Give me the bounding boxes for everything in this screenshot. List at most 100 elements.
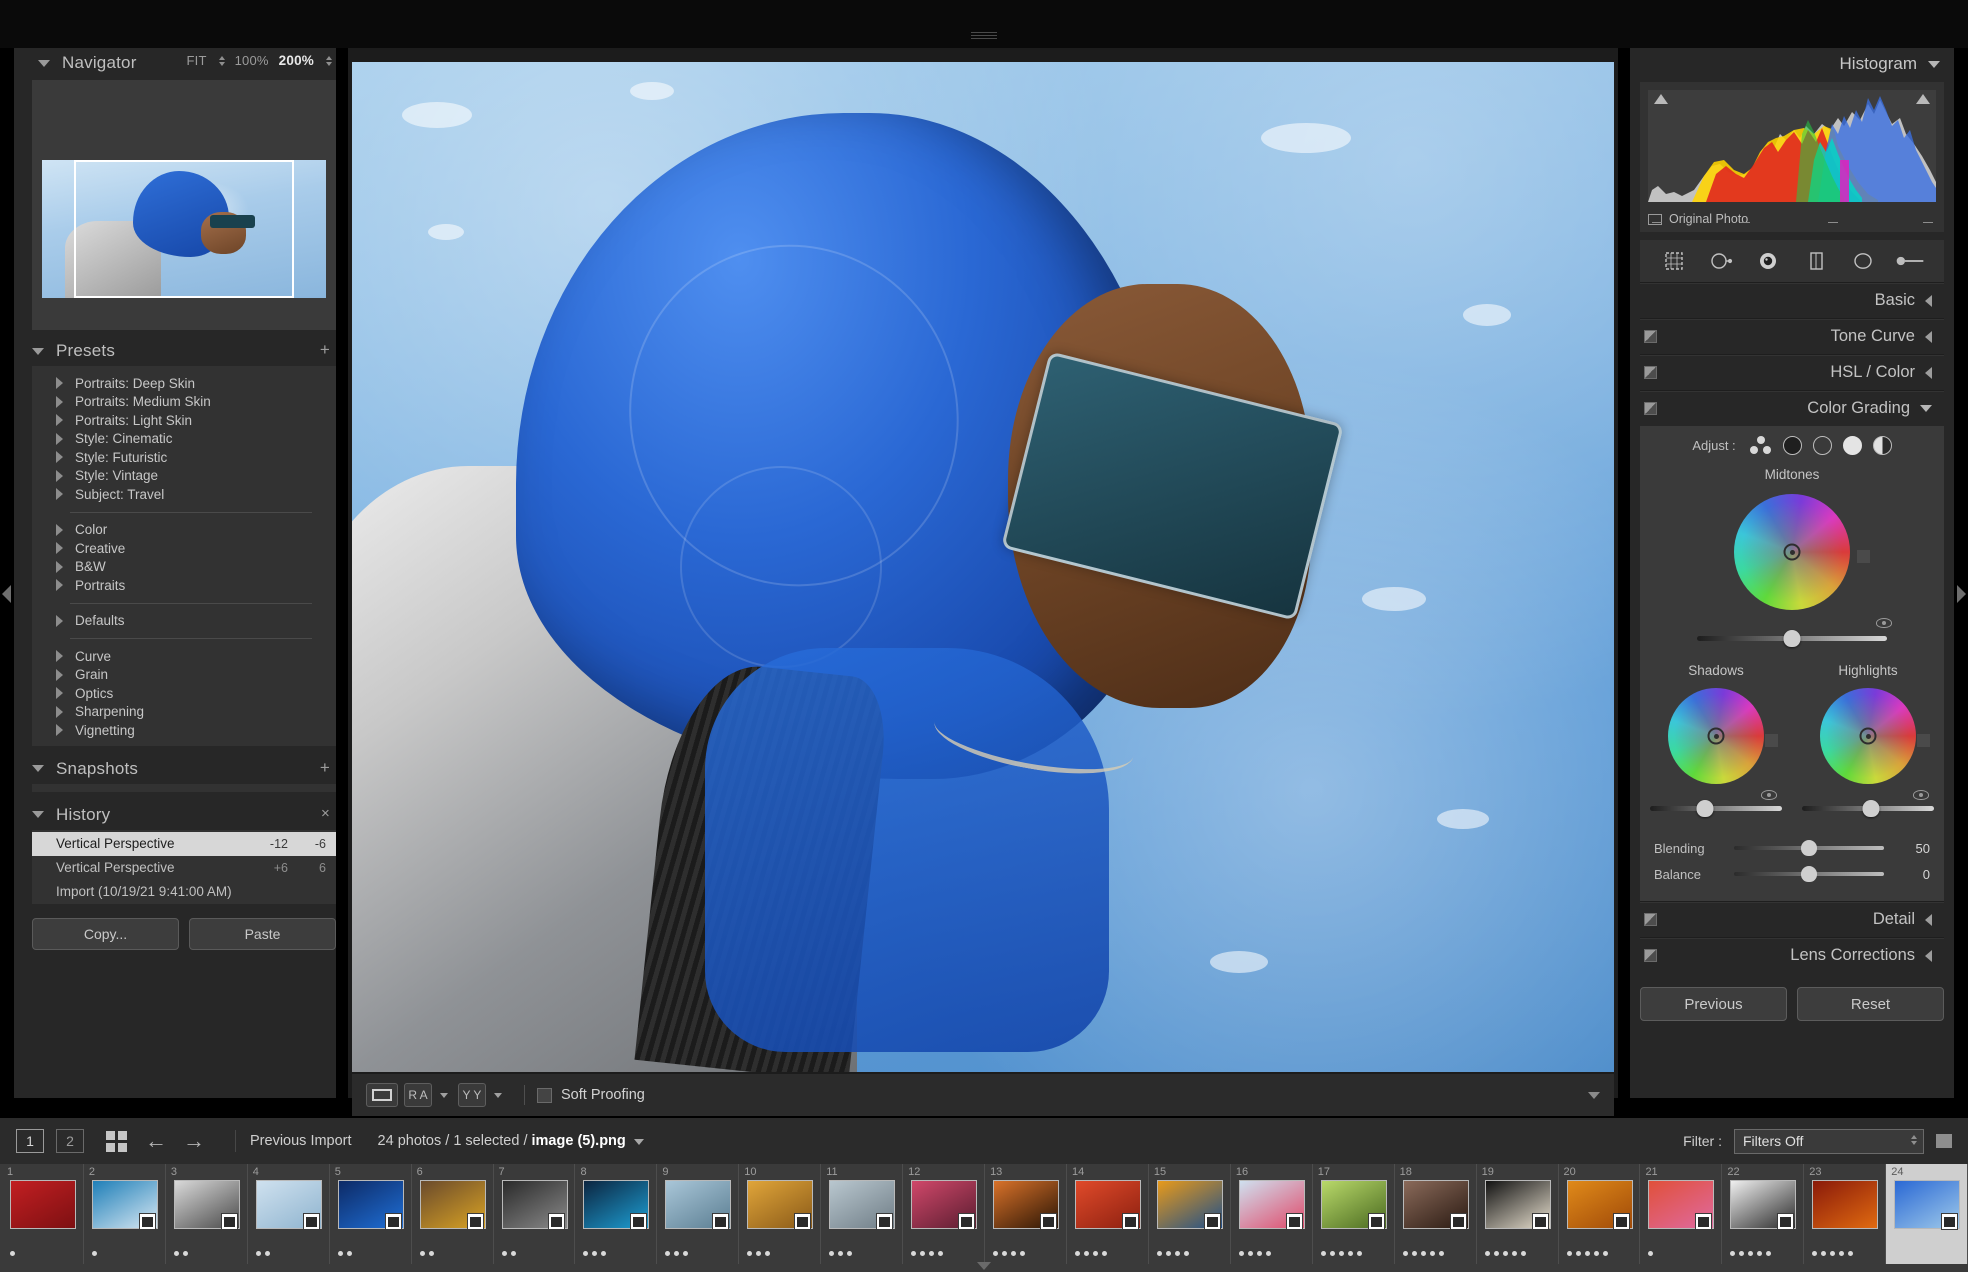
midtones-visibility-eye-icon[interactable]: [1876, 618, 1892, 628]
clear-history-button[interactable]: ×: [321, 806, 330, 821]
develop-adjustment-badge-icon[interactable]: [876, 1213, 894, 1230]
filmstrip-thumbnail[interactable]: 8: [575, 1164, 658, 1264]
chevron-left-icon[interactable]: [1925, 949, 1932, 962]
shadows-wheel-handle[interactable]: [1707, 727, 1725, 745]
reset-button[interactable]: Reset: [1797, 987, 1944, 1021]
chevron-down-icon[interactable]: [633, 1139, 644, 1145]
develop-adjustment-badge-icon[interactable]: [1039, 1213, 1057, 1230]
history-row[interactable]: Vertical Perspective -12 -6: [32, 831, 336, 856]
filmstrip-thumbnail[interactable]: 17: [1313, 1164, 1395, 1264]
filmstrip-thumbnail[interactable]: 14: [1067, 1164, 1149, 1264]
highlights-visibility-eye-icon[interactable]: [1913, 790, 1929, 800]
develop-adjustment-badge-icon[interactable]: [958, 1213, 976, 1230]
preset-item[interactable]: Vignetting: [32, 721, 336, 740]
highlights-mode-button[interactable]: [1842, 436, 1862, 455]
history-collapse-triangle[interactable]: [32, 811, 44, 818]
filmstrip-thumbnail[interactable]: 19: [1477, 1164, 1559, 1264]
filmstrip-thumbnail[interactable]: 23: [1804, 1164, 1887, 1264]
preset-item[interactable]: Subject: Travel: [32, 485, 336, 504]
screen-2-button[interactable]: 2: [56, 1129, 84, 1153]
thumbnail-rating[interactable]: [173, 1251, 188, 1256]
filmstrip-thumbnail[interactable]: 13: [985, 1164, 1067, 1264]
filmstrip-thumbnail[interactable]: 21: [1640, 1164, 1723, 1264]
masking-icon[interactable]: [1801, 246, 1831, 276]
preset-item[interactable]: Portraits: Light Skin: [32, 411, 336, 430]
filmstrip-thumbnail[interactable]: 9: [657, 1164, 740, 1264]
zoom-fit-stepper[interactable]: [218, 55, 225, 66]
preset-item[interactable]: Style: Cinematic: [32, 430, 336, 449]
grid-view-icon[interactable]: [106, 1130, 127, 1152]
soft-proofing-checkbox[interactable]: [537, 1087, 552, 1103]
develop-adjustment-badge-icon[interactable]: [1941, 1213, 1959, 1230]
shadows-visibility-eye-icon[interactable]: [1761, 790, 1777, 800]
chevron-down-icon[interactable]: [494, 1092, 502, 1098]
thumbnail-rating[interactable]: [583, 1251, 607, 1256]
develop-adjustment-badge-icon[interactable]: [220, 1213, 238, 1230]
filmstrip-thumbnail[interactable]: 11: [821, 1164, 904, 1264]
radial-filter-icon[interactable]: [1848, 246, 1878, 276]
history-header[interactable]: History ×: [32, 800, 336, 830]
section-lens-corrections[interactable]: Lens Corrections: [1640, 937, 1944, 973]
thumbnail-rating[interactable]: [1074, 1251, 1107, 1256]
preset-item[interactable]: Portraits: Medium Skin: [32, 393, 336, 412]
thumbnail-rating[interactable]: [501, 1251, 516, 1256]
zoom-200-stepper[interactable]: [326, 55, 332, 66]
loupe-view-icon[interactable]: [366, 1083, 398, 1107]
thumbnail-rating[interactable]: [1320, 1251, 1362, 1256]
preset-item[interactable]: B&W: [32, 558, 336, 577]
shadow-clipping-indicator[interactable]: [1654, 94, 1668, 104]
snapshots-header[interactable]: Snapshots +: [32, 754, 336, 784]
develop-adjustment-badge-icon[interactable]: [794, 1213, 812, 1230]
preset-item[interactable]: Style: Futuristic: [32, 448, 336, 467]
preset-item[interactable]: Portraits: Deep Skin: [32, 374, 336, 393]
filmstrip-thumbnail[interactable]: 6: [412, 1164, 494, 1264]
history-row[interactable]: Import (10/19/21 9:41:00 AM): [32, 880, 336, 904]
thumbnail-rating[interactable]: [911, 1251, 944, 1256]
midtones-color-wheel[interactable]: [1734, 494, 1870, 610]
preset-item[interactable]: Portraits: [32, 576, 336, 595]
thumbnail-rating[interactable]: [993, 1251, 1026, 1256]
shadows-mode-button[interactable]: [1782, 436, 1802, 455]
three-way-mode-button[interactable]: [1749, 436, 1772, 455]
add-preset-button[interactable]: +: [320, 341, 330, 358]
section-color-grading[interactable]: Color Grading: [1640, 390, 1944, 426]
chevron-left-icon[interactable]: [1925, 913, 1932, 926]
shadows-luminance-knob[interactable]: [1696, 800, 1714, 817]
develop-adjustment-badge-icon[interactable]: [1777, 1213, 1795, 1230]
chevron-left-icon[interactable]: [1925, 330, 1932, 343]
histogram-graph[interactable]: [1648, 90, 1936, 202]
chevron-down-icon[interactable]: [1920, 405, 1932, 412]
filmstrip-thumbnail[interactable]: 18: [1395, 1164, 1477, 1264]
history-row[interactable]: Vertical Perspective +6 6: [32, 856, 336, 880]
histogram-collapse-triangle[interactable]: [1928, 60, 1940, 68]
red-eye-correction-icon[interactable]: [1753, 246, 1783, 276]
midtones-wheel-swatch[interactable]: [1857, 549, 1870, 563]
filter-settings-icon[interactable]: [1936, 1134, 1952, 1148]
presets-header[interactable]: Presets +: [32, 336, 336, 366]
zoom-fit[interactable]: FIT: [187, 53, 207, 68]
develop-adjustment-badge-icon[interactable]: [548, 1213, 566, 1230]
filmstrip-thumbnail[interactable]: 24: [1886, 1164, 1968, 1264]
filmstrip-thumbnail[interactable]: 3: [166, 1164, 248, 1264]
thumbnail-rating[interactable]: [665, 1251, 689, 1256]
develop-adjustment-badge-icon[interactable]: [466, 1213, 484, 1230]
preset-item[interactable]: Optics: [32, 684, 336, 703]
filmstrip[interactable]: 1 2 3 4 5 6 7 8 9 10 11 12 13 14 15 16 17 18 19 20 21 22 23 24: [0, 1164, 1968, 1272]
preset-item[interactable]: Sharpening: [32, 703, 336, 722]
preset-item[interactable]: Grain: [32, 666, 336, 685]
shadows-luminance-slider[interactable]: [1650, 800, 1782, 817]
preset-item[interactable]: Creative: [32, 539, 336, 558]
develop-adjustment-badge-icon[interactable]: [384, 1213, 402, 1230]
thumbnail-rating[interactable]: [1156, 1251, 1189, 1256]
section-detail[interactable]: Detail: [1640, 901, 1944, 937]
source-label[interactable]: Previous Import: [250, 1133, 352, 1149]
thumbnail-rating[interactable]: [419, 1251, 434, 1256]
filmstrip-thumbnail[interactable]: 1: [2, 1164, 84, 1264]
preset-item[interactable]: Color: [32, 521, 336, 540]
chevron-down-icon[interactable]: [440, 1092, 448, 1098]
blending-slider[interactable]: [1734, 840, 1884, 856]
filmstrip-thumbnail[interactable]: 12: [903, 1164, 986, 1264]
thumbnail-rating[interactable]: [1648, 1251, 1654, 1256]
right-panel-toggle-arrow[interactable]: [1957, 585, 1966, 603]
histogram-header[interactable]: Histogram: [1634, 48, 1950, 80]
